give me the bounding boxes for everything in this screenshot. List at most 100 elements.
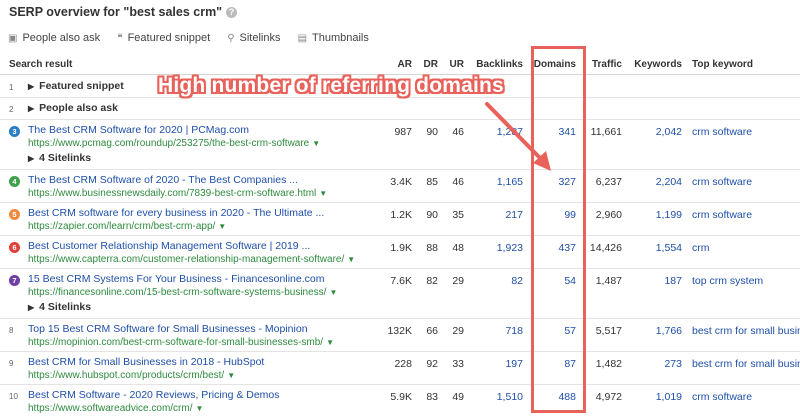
result-url-text[interactable]: https://www.businessnewsdaily.com/7839-b… xyxy=(28,188,316,199)
result-url[interactable]: https://www.capterra.com/customer-relati… xyxy=(28,254,355,265)
result-url-text[interactable]: https://mopinion.com/best-crm-software-f… xyxy=(28,337,323,348)
caret-down-icon[interactable]: ▼ xyxy=(347,255,355,264)
caret-down-icon[interactable]: ▼ xyxy=(319,189,327,198)
expand-triangle-icon[interactable]: ▶ xyxy=(28,303,34,312)
backlinks-link[interactable]: 1,510 xyxy=(497,391,523,403)
top-keyword-link[interactable]: crm software xyxy=(692,176,752,188)
top-keyword-link[interactable]: best crm for small business xyxy=(692,325,800,337)
keywords-link[interactable]: 1,199 xyxy=(656,209,682,221)
expand-triangle-icon[interactable]: ▶ xyxy=(28,154,34,163)
result-url[interactable]: https://www.pcmag.com/roundup/253275/the… xyxy=(28,138,320,149)
feature-sitelinks[interactable]: ⚲ Sitelinks xyxy=(227,32,280,44)
ur-value: 29 xyxy=(452,325,464,337)
ur-value: 33 xyxy=(452,358,464,370)
keywords-link[interactable]: 187 xyxy=(664,275,682,287)
dr-value: 85 xyxy=(426,176,438,188)
domains-link[interactable]: 87 xyxy=(564,358,576,370)
traffic-value: 4,972 xyxy=(595,391,622,403)
backlinks-link[interactable]: 82 xyxy=(511,275,523,287)
result-url[interactable]: https://www.businessnewsdaily.com/7839-b… xyxy=(28,188,327,199)
result-title-link[interactable]: Top 15 Best CRM Software for Small Busin… xyxy=(28,323,308,335)
expand-triangle-icon[interactable]: ▶ xyxy=(28,82,34,91)
top-keyword-link[interactable]: best crm for small business xyxy=(692,358,800,370)
result-title-link[interactable]: 15 Best CRM Systems For Your Business - … xyxy=(28,273,324,285)
top-keyword-link[interactable]: crm xyxy=(692,242,710,254)
result-url-text[interactable]: https://www.softwareadvice.com/crm/ xyxy=(28,403,193,414)
domains-link[interactable]: 57 xyxy=(564,325,576,337)
keywords-link[interactable]: 2,204 xyxy=(656,176,682,188)
top-keyword-link[interactable]: crm software xyxy=(692,126,752,138)
keywords-link[interactable]: 1,554 xyxy=(656,242,682,254)
top-keyword-link[interactable]: crm software xyxy=(692,209,752,221)
result-url-text[interactable]: https://www.capterra.com/customer-relati… xyxy=(28,254,344,265)
sitelinks-toggle[interactable]: ▶ 4 Sitelinks xyxy=(28,301,91,313)
serp-feature-label[interactable]: ▶ People also ask xyxy=(28,102,118,114)
result-url[interactable]: https://financesonline.com/15-best-crm-s… xyxy=(28,287,337,298)
result-title-link[interactable]: Best CRM Software - 2020 Reviews, Pricin… xyxy=(28,389,280,401)
result-title-link[interactable]: Best CRM software for every business in … xyxy=(28,207,324,219)
result-url[interactable]: https://mopinion.com/best-crm-software-f… xyxy=(28,337,334,348)
result-url-text[interactable]: https://www.hubspot.com/products/crm/bes… xyxy=(28,370,224,381)
col-ar[interactable]: AR xyxy=(398,59,412,70)
backlinks-link[interactable]: 1,287 xyxy=(497,126,523,138)
sitelinks-toggle[interactable]: ▶ 4 Sitelinks xyxy=(28,152,91,164)
keywords-link[interactable]: 273 xyxy=(664,358,682,370)
caret-down-icon[interactable]: ▼ xyxy=(218,222,226,231)
serp-features-bar: ▣ People also ask ❝ Featured snippet ⚲ Site… xyxy=(8,32,383,44)
col-search-result[interactable]: Search result xyxy=(9,59,72,70)
col-top-keyword[interactable]: Top keyword xyxy=(692,59,753,70)
ar-value: 1.2K xyxy=(390,209,412,221)
feature-thumbnails[interactable]: ▤ Thumbnails xyxy=(298,32,369,44)
backlinks-link[interactable]: 718 xyxy=(505,325,523,337)
backlinks-link[interactable]: 197 xyxy=(505,358,523,370)
result-url-text[interactable]: https://zapier.com/learn/crm/best-crm-ap… xyxy=(28,221,215,232)
col-keywords[interactable]: Keywords xyxy=(634,59,682,70)
result-url-text[interactable]: https://www.pcmag.com/roundup/253275/the… xyxy=(28,138,309,149)
result-url[interactable]: https://www.softwareadvice.com/crm/▼ xyxy=(28,403,203,414)
col-ur[interactable]: UR xyxy=(450,59,464,70)
position-number: 9 xyxy=(9,359,14,368)
domains-link[interactable]: 99 xyxy=(564,209,576,221)
col-traffic[interactable]: Traffic xyxy=(592,59,622,70)
backlinks-link[interactable]: 1,923 xyxy=(497,242,523,254)
link-icon: ⚲ xyxy=(227,33,235,44)
keywords-link[interactable]: 1,019 xyxy=(656,391,682,403)
domains-link[interactable]: 54 xyxy=(564,275,576,287)
caret-down-icon[interactable]: ▼ xyxy=(227,371,235,380)
result-title-link[interactable]: The Best CRM Software of 2020 - The Best… xyxy=(28,174,298,186)
row-divider xyxy=(0,384,800,385)
position-badge: 5 xyxy=(9,209,20,220)
domains-link[interactable]: 341 xyxy=(558,126,576,138)
backlinks-link[interactable]: 1,165 xyxy=(497,176,523,188)
domains-link[interactable]: 437 xyxy=(558,242,576,254)
row-divider xyxy=(0,119,800,120)
result-url[interactable]: https://www.hubspot.com/products/crm/bes… xyxy=(28,370,235,381)
expand-triangle-icon[interactable]: ▶ xyxy=(28,104,34,113)
result-title-link[interactable]: The Best CRM Software for 2020 | PCMag.c… xyxy=(28,124,249,136)
caret-down-icon[interactable]: ▼ xyxy=(312,139,320,148)
keywords-link[interactable]: 1,766 xyxy=(656,325,682,337)
keywords-link[interactable]: 2,042 xyxy=(656,126,682,138)
domains-link[interactable]: 488 xyxy=(558,391,576,403)
ar-value: 132K xyxy=(387,325,412,337)
col-domains[interactable]: Domains xyxy=(534,59,576,70)
caret-down-icon[interactable]: ▼ xyxy=(196,404,204,413)
caret-down-icon[interactable]: ▼ xyxy=(329,288,337,297)
help-icon[interactable]: ? xyxy=(226,7,238,18)
result-title-link[interactable]: Best Customer Relationship Management So… xyxy=(28,240,310,252)
domains-link[interactable]: 327 xyxy=(558,176,576,188)
table-header: Search result AR DR UR Backlinks Domains… xyxy=(0,54,800,75)
caret-down-icon[interactable]: ▼ xyxy=(326,338,334,347)
serp-feature-label[interactable]: ▶ Featured snippet xyxy=(28,80,124,92)
result-title-link[interactable]: Best CRM for Small Businesses in 2018 - … xyxy=(28,356,264,368)
result-url[interactable]: https://zapier.com/learn/crm/best-crm-ap… xyxy=(28,221,226,232)
feature-people-also-ask[interactable]: ▣ People also ask xyxy=(8,32,100,44)
feature-label: Featured snippet xyxy=(127,32,211,44)
backlinks-link[interactable]: 217 xyxy=(505,209,523,221)
col-dr[interactable]: DR xyxy=(424,59,438,70)
col-backlinks[interactable]: Backlinks xyxy=(476,59,523,70)
feature-featured-snippet[interactable]: ❝ Featured snippet xyxy=(117,32,210,44)
top-keyword-link[interactable]: top crm system xyxy=(692,275,763,287)
result-url-text[interactable]: https://financesonline.com/15-best-crm-s… xyxy=(28,287,326,298)
top-keyword-link[interactable]: crm software xyxy=(692,391,752,403)
